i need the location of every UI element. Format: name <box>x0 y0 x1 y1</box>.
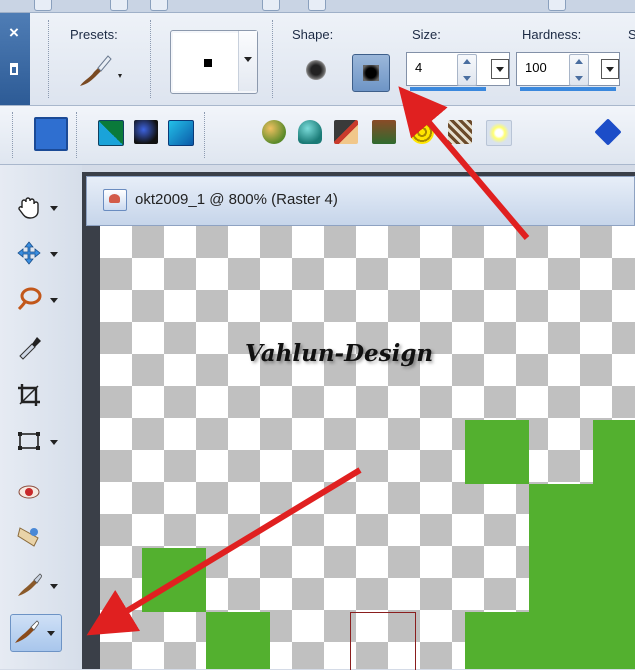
arrow-to-paint-brush <box>86 467 362 636</box>
arrow-to-square-shape <box>398 86 530 240</box>
annotation-arrows <box>86 86 530 636</box>
